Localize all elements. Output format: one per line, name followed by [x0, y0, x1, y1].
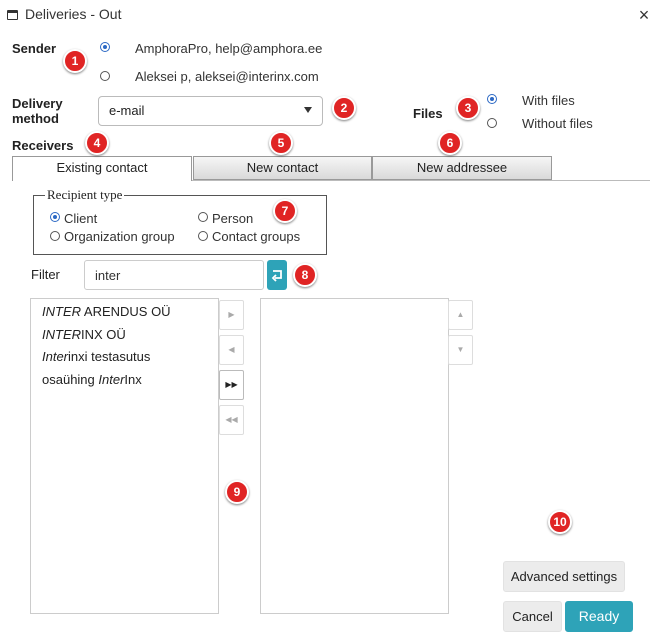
annotation-marker: 5 — [269, 131, 293, 155]
sender-radio-amphora[interactable] — [100, 42, 110, 52]
move-right-icon: ▶ — [228, 310, 235, 319]
recipient-option-label: Person — [212, 211, 254, 226]
list-item[interactable]: Interinxi testasutus — [42, 349, 150, 364]
annotation-marker: 8 — [293, 263, 317, 287]
move-all-left-icon: ◀◀ — [225, 415, 238, 424]
recipient-radio-contact-groups[interactable] — [198, 231, 208, 241]
annotation-marker: 6 — [438, 131, 462, 155]
move-up-button[interactable]: ▲ — [448, 300, 473, 330]
move-down-button[interactable]: ▼ — [448, 335, 473, 365]
files-radio-with[interactable] — [487, 94, 497, 104]
ready-button[interactable]: Ready — [565, 601, 633, 632]
cancel-button[interactable]: Cancel — [503, 601, 562, 632]
list-item[interactable]: osaühing InterInx — [42, 372, 142, 387]
annotation-marker: 3 — [456, 96, 480, 120]
window-icon — [7, 10, 18, 20]
sender-option-label: Aleksei p, aleksei@interinx.com — [135, 69, 319, 84]
sender-radio-aleksei[interactable] — [100, 71, 110, 81]
filter-label: Filter — [31, 267, 60, 282]
delivery-method-select[interactable]: e-mail — [98, 96, 323, 126]
move-all-right-icon: ▶▶ — [225, 380, 238, 389]
recipient-radio-organization-group[interactable] — [50, 231, 60, 241]
tab-new-contact[interactable]: New contact — [193, 156, 372, 180]
move-left-icon: ◀ — [228, 345, 235, 354]
sender-option-label: AmphoraPro, help@amphora.ee — [135, 41, 323, 56]
files-option-label: Without files — [522, 116, 593, 131]
sender-label: Sender — [12, 41, 57, 56]
receivers-label: Receivers — [12, 138, 74, 153]
recipient-option-label: Client — [64, 211, 98, 226]
available-list[interactable]: INTER ARENDUS OÜ INTERINX OÜ Interinxi t… — [30, 298, 219, 614]
filter-input[interactable] — [84, 260, 264, 290]
recipient-type-legend: Recipient type — [45, 187, 125, 203]
files-option-label: With files — [522, 93, 575, 108]
move-all-right-button[interactable]: ▶▶ — [219, 370, 244, 400]
recipient-radio-person[interactable] — [198, 212, 208, 222]
delivery-method-label-line2: method — [12, 111, 59, 126]
recipient-option-label: Contact groups — [212, 229, 301, 244]
advanced-settings-button[interactable]: Advanced settings — [503, 561, 625, 592]
annotation-marker: 10 — [548, 510, 572, 534]
selected-list[interactable] — [260, 298, 449, 614]
refresh-button[interactable] — [267, 260, 287, 290]
tab-new-addressee[interactable]: New addressee — [372, 156, 552, 180]
annotation-marker: 4 — [85, 131, 109, 155]
title-bar: Deliveries - Out × — [0, 0, 663, 31]
delivery-method-label-line1: Delivery — [12, 96, 63, 111]
close-icon[interactable]: × — [634, 5, 654, 25]
tab-existing-contact[interactable]: Existing contact — [12, 156, 192, 181]
move-left-button[interactable]: ◀ — [219, 335, 244, 365]
files-label: Files — [413, 106, 443, 121]
annotation-marker: 9 — [225, 480, 249, 504]
annotation-marker: 2 — [332, 96, 356, 120]
recipient-radio-client[interactable] — [50, 212, 60, 222]
delivery-method-value: e-mail — [109, 103, 145, 118]
move-right-button[interactable]: ▶ — [219, 300, 244, 330]
refresh-icon — [271, 270, 282, 282]
recipient-option-label: Organization group — [64, 229, 175, 244]
files-radio-without[interactable] — [487, 118, 497, 128]
annotation-marker: 7 — [273, 199, 297, 223]
move-all-left-button[interactable]: ◀◀ — [219, 405, 244, 435]
list-item[interactable]: INTER ARENDUS OÜ — [42, 304, 171, 319]
move-up-icon: ▲ — [456, 310, 465, 319]
list-item[interactable]: INTERINX OÜ — [42, 327, 126, 342]
window-title: Deliveries - Out — [25, 6, 122, 22]
move-down-icon: ▼ — [456, 345, 465, 354]
delivery-method-label: Delivery method — [12, 96, 63, 126]
annotation-marker: 1 — [63, 49, 87, 73]
chevron-down-icon — [304, 107, 312, 113]
